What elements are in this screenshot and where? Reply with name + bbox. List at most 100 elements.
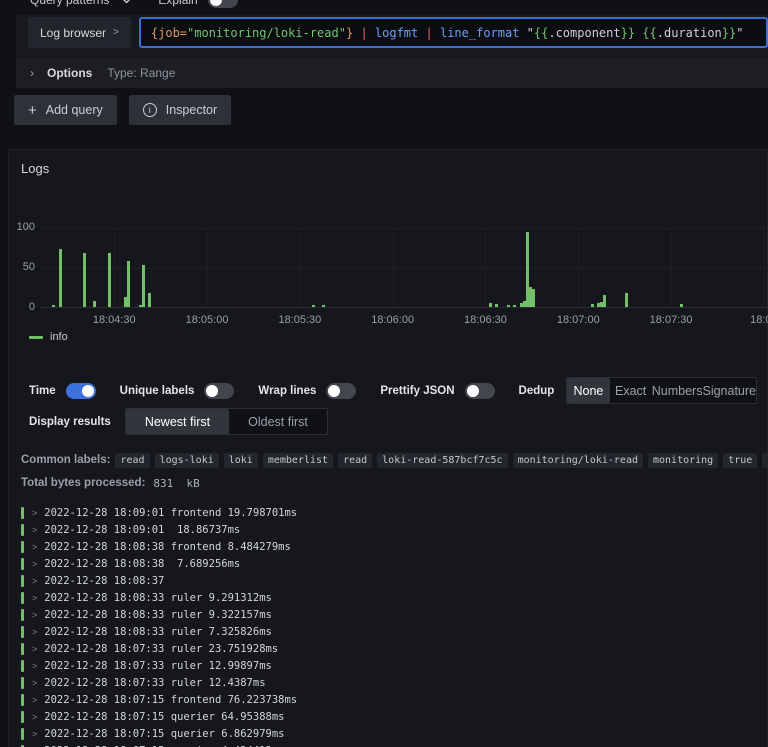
total-bytes-value: 831 kB bbox=[153, 476, 200, 490]
log-row[interactable]: >2022-12-28 18:09:01 18.86737ms bbox=[13, 521, 767, 538]
log-line-text: 2022-12-28 18:08:33 ruler 7.325826ms bbox=[44, 625, 272, 638]
common-labels-chips: read logs-loki loki memberlist read loki-read… bbox=[110, 452, 767, 468]
log-row[interactable]: >2022-12-28 18:08:33 ruler 9.322157ms bbox=[13, 606, 767, 623]
query-token: "monitoring/loki-read" bbox=[187, 25, 346, 40]
log-row[interactable]: >2022-12-28 18:07:33 ruler 23.751928ms bbox=[13, 640, 767, 657]
log-line-text: 2022-12-28 18:08:37 bbox=[44, 574, 165, 587]
query-token: {{ bbox=[533, 25, 549, 40]
log-row[interactable]: >2022-12-28 18:07:15 querier 4.424412ms bbox=[13, 742, 767, 747]
chevron-right-icon[interactable]: › bbox=[30, 66, 34, 80]
log-line-text: 2022-12-28 18:09:01 18.86737ms bbox=[44, 523, 241, 536]
log-row[interactable]: >2022-12-28 18:09:01 frontend 19.798701m… bbox=[13, 504, 767, 521]
display-results-row: Display results Newest first Oldest first bbox=[29, 408, 328, 435]
toggle-group-time: Time bbox=[29, 382, 96, 399]
toggle-label: Wrap lines bbox=[258, 384, 317, 397]
log-row[interactable]: >2022-12-28 18:07:15 frontend 76.223738m… bbox=[13, 691, 767, 708]
expand-chevron-icon[interactable]: > bbox=[32, 729, 37, 739]
add-query-label: Add query bbox=[45, 103, 103, 117]
x-tick-label: 18:06:30 bbox=[464, 314, 507, 326]
panel-title[interactable]: Logs bbox=[21, 161, 49, 176]
options-expander[interactable]: › Options Type: Range bbox=[16, 58, 768, 88]
gridline-vertical bbox=[114, 228, 116, 307]
expand-chevron-icon[interactable]: > bbox=[32, 712, 37, 722]
y-tick-label: 50 bbox=[22, 261, 35, 273]
log-level-indicator bbox=[21, 625, 24, 638]
x-tick-label: 18:06:00 bbox=[371, 314, 415, 326]
query-token: {job= bbox=[150, 25, 188, 40]
log-level-indicator bbox=[21, 557, 24, 570]
log-browser-label: Log browser bbox=[40, 25, 107, 40]
chart-bar bbox=[321, 305, 325, 307]
log-row[interactable]: >2022-12-28 18:08:33 ruler 7.325826ms bbox=[13, 623, 767, 640]
options-label: Options bbox=[47, 66, 93, 80]
query-editor-card: Log browser > {job= "monitoring/loki-read… bbox=[16, 15, 768, 88]
log-row[interactable]: >2022-12-28 18:07:33 ruler 12.4387ms bbox=[13, 674, 767, 691]
common-label-chip: loki-read-587bcf7c5c bbox=[377, 452, 508, 468]
legend-swatch-info bbox=[29, 335, 43, 339]
chevron-down-icon[interactable] bbox=[121, 0, 132, 4]
log-level-indicator bbox=[21, 693, 24, 706]
log-browser-button[interactable]: Log browser > bbox=[28, 17, 131, 48]
add-query-button[interactable]: + Add query bbox=[14, 95, 117, 125]
chart-bar bbox=[142, 265, 146, 307]
log-row[interactable]: >2022-12-28 18:07:15 querier 64.95388ms bbox=[13, 708, 767, 725]
chevron-right-icon: > bbox=[113, 27, 119, 38]
logql-query-input[interactable]: {job= "monitoring/loki-read"} | logfmt | … bbox=[138, 17, 768, 48]
unique-labels-toggle[interactable] bbox=[204, 382, 235, 399]
toggle-knob bbox=[209, 0, 222, 6]
gridline-vertical bbox=[578, 228, 580, 307]
log-row[interactable]: >2022-12-28 18:08:33 ruler 9.291312ms bbox=[13, 589, 767, 606]
prettify-json-toggle[interactable] bbox=[464, 382, 495, 399]
expand-chevron-icon[interactable]: > bbox=[32, 661, 37, 671]
y-tick-label: 0 bbox=[28, 301, 35, 313]
common-label-chip: monitoring bbox=[648, 452, 719, 468]
expand-chevron-icon[interactable]: > bbox=[32, 678, 37, 688]
order-option-newest-first[interactable]: Newest first bbox=[125, 409, 230, 434]
dedup-option-none[interactable]: None bbox=[567, 378, 610, 403]
expand-chevron-icon[interactable]: > bbox=[32, 542, 37, 552]
chart-legend: info bbox=[29, 331, 68, 343]
query-token bbox=[418, 26, 425, 40]
log-display-controls: Time Unique labels Wrap lines Prettify JSON… bbox=[29, 377, 757, 404]
expand-chevron-icon[interactable]: > bbox=[32, 508, 37, 518]
log-row[interactable]: >2022-12-28 18:08:38 7.689256ms bbox=[13, 555, 767, 572]
order-option-oldest-first[interactable]: Oldest first bbox=[229, 409, 327, 434]
log-line-text: 2022-12-28 18:08:38 frontend 8.484279ms bbox=[44, 540, 291, 553]
query-row: Log browser > {job= "monitoring/loki-read… bbox=[28, 17, 768, 48]
legend-label-info[interactable]: info bbox=[50, 331, 68, 343]
expand-chevron-icon[interactable]: > bbox=[32, 627, 37, 637]
expand-chevron-icon[interactable]: > bbox=[32, 610, 37, 620]
log-row[interactable]: >2022-12-28 18:07:15 querier 6.862979ms bbox=[13, 725, 767, 742]
expand-chevron-icon[interactable]: > bbox=[32, 593, 37, 603]
inspector-button[interactable]: i Inspector bbox=[128, 95, 232, 125]
time-toggle[interactable] bbox=[65, 382, 96, 399]
log-row[interactable]: >2022-12-28 18:08:37 bbox=[13, 572, 767, 589]
common-label-chip: logs-loki bbox=[154, 452, 219, 468]
dedup-option-numbers[interactable]: Numbers bbox=[652, 378, 703, 403]
toggle-knob bbox=[81, 384, 94, 397]
plus-icon: + bbox=[28, 101, 37, 119]
expand-chevron-icon[interactable]: > bbox=[32, 644, 37, 654]
expand-chevron-icon[interactable]: > bbox=[32, 559, 37, 569]
log-line-text: 2022-12-28 18:09:01 frontend 19.798701ms bbox=[44, 506, 298, 519]
query-patterns-button[interactable]: Query patterns bbox=[30, 0, 109, 7]
dedup-option-exact[interactable]: Exact bbox=[610, 378, 652, 403]
expand-chevron-icon[interactable]: > bbox=[32, 576, 37, 586]
query-token: .duration bbox=[656, 25, 722, 40]
dedup-option-signature[interactable]: Signature bbox=[702, 378, 756, 403]
explain-toggle[interactable] bbox=[207, 0, 238, 8]
expand-chevron-icon[interactable]: > bbox=[32, 695, 37, 705]
log-row[interactable]: >2022-12-28 18:08:38 frontend 8.484279ms bbox=[13, 538, 767, 555]
gridline-horizontal bbox=[40, 228, 767, 229]
chart-bar bbox=[624, 292, 628, 307]
dedup-segmented-control: None Exact Numbers Signature bbox=[566, 377, 757, 404]
wrap-lines-toggle[interactable] bbox=[326, 382, 357, 399]
toggle-label: Prettify JSON bbox=[380, 384, 455, 397]
log-level-indicator bbox=[21, 659, 24, 672]
expand-chevron-icon[interactable]: > bbox=[32, 525, 37, 535]
log-row[interactable]: >2022-12-28 18:07:33 ruler 12.99897ms bbox=[13, 657, 767, 674]
query-token: | bbox=[360, 25, 368, 40]
gridline-vertical bbox=[671, 228, 673, 307]
common-label-chip: monitoring/loki-read bbox=[512, 452, 643, 468]
gridline-horizontal bbox=[40, 268, 767, 269]
